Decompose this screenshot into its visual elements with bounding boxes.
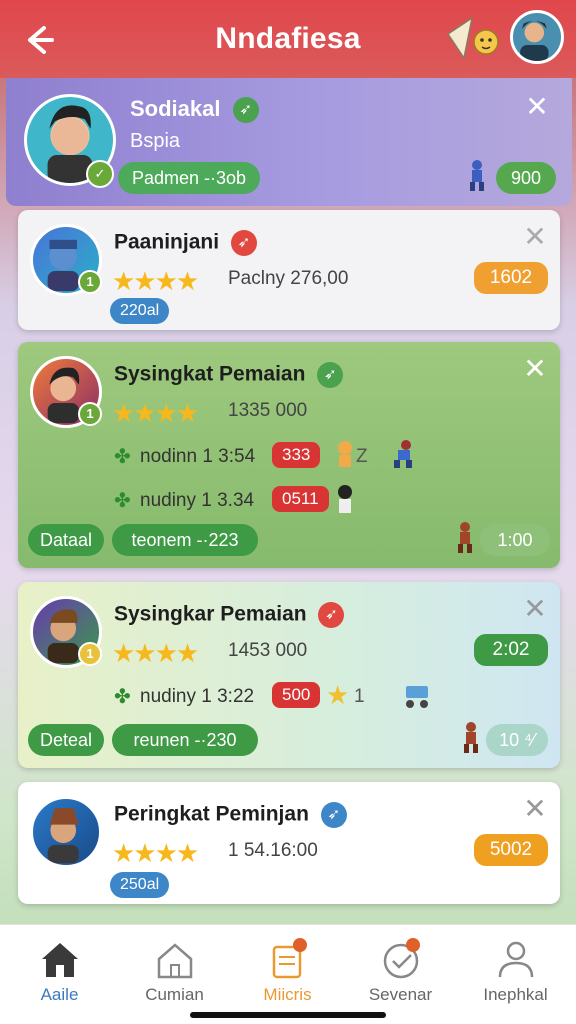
- rating-stars: ★★★★: [112, 638, 199, 668]
- leaderboard-card-4[interactable]: Peringkat Peminjan ➶ ★★★★ 1 54.16:00 500…: [18, 782, 560, 904]
- check-badge-icon: ✓: [86, 160, 114, 188]
- points-badge: 900: [496, 162, 556, 194]
- action-button[interactable]: teonem -·223: [112, 524, 258, 556]
- player-name: Paaninjani ➶: [114, 230, 257, 256]
- nav-item-missions[interactable]: Miicris: [230, 925, 345, 1024]
- player-score: 1 54.16:00: [228, 840, 318, 861]
- close-icon[interactable]: ✕: [522, 223, 548, 251]
- kite-mascot-icon: [446, 16, 499, 60]
- verified-icon: ➶: [320, 802, 347, 828]
- leaderboard-card-3[interactable]: 1 Sysingkar Pemaian ➶ ★★★★ 1453 000 2:02…: [18, 582, 560, 768]
- player-score: 1335 000: [228, 400, 308, 421]
- house-outline-icon: [157, 943, 193, 979]
- close-icon[interactable]: ✕: [524, 93, 550, 121]
- nav-item-seminar[interactable]: Sevenar: [343, 925, 458, 1024]
- profile-subtitle: Bspia: [130, 130, 181, 152]
- row-extra: Z: [356, 446, 368, 467]
- rating-stars: ★★★★: [112, 398, 199, 428]
- rating-stars: ★★★★: [112, 266, 199, 296]
- runner-sprite-icon: [458, 522, 472, 553]
- count-badge: 10 ⁴⁄: [486, 724, 548, 756]
- row-time: nodinn 1 3:54: [140, 446, 256, 467]
- detail-button[interactable]: Dataal: [28, 524, 104, 556]
- nav-item-cumian[interactable]: Cumian: [117, 925, 232, 1024]
- player-name: Peringkat Peminjan ➶: [114, 802, 347, 828]
- detail-button[interactable]: Deteal: [28, 724, 104, 756]
- rating-stars: ★★★★: [112, 838, 199, 868]
- player-name: Sysingkar Pemaian ➶: [114, 602, 345, 628]
- row-extra: 1: [354, 686, 365, 707]
- rocket-icon: ➶: [230, 230, 257, 256]
- rocket-icon: ➶: [318, 602, 345, 628]
- player-tag: 220al: [110, 298, 170, 324]
- top-bar: Nndafiesa: [0, 0, 576, 78]
- clover-icon: ✤: [114, 490, 131, 512]
- rank-badge: 1602: [474, 262, 548, 294]
- profile-name: Sodiakal ➶: [130, 96, 259, 124]
- nav-item-home[interactable]: Aaile: [2, 925, 117, 1024]
- player-score: Paclny 276,00: [228, 268, 349, 289]
- level-badge: 1: [78, 402, 102, 426]
- home-icon: [42, 943, 78, 977]
- cart-sprite-icon: [406, 686, 428, 708]
- clover-icon: ✤: [114, 446, 131, 468]
- person-icon: [498, 941, 534, 978]
- rank-badge: 5002: [474, 834, 548, 866]
- home-indicator: [190, 1012, 386, 1018]
- nav-label: Inephkal: [483, 985, 548, 1004]
- check-circle-icon: [383, 938, 420, 979]
- bottom-navigation: Aaile Cumian Miicris Sevenar Inephkal: [0, 924, 576, 1024]
- count-badge: 1:00: [480, 524, 550, 556]
- user-avatar[interactable]: [510, 10, 564, 64]
- row-badge: 500: [272, 682, 321, 708]
- runner-sprite-icon: [394, 440, 412, 468]
- row-time: nudiny 1 3.34: [140, 490, 255, 511]
- clipboard-icon: [272, 938, 307, 979]
- runner-sprite-icon: [470, 160, 484, 191]
- player-tag: 250al: [110, 872, 170, 898]
- row-badge: 0511: [272, 486, 329, 512]
- nav-label: Cumian: [145, 985, 204, 1004]
- character-sprite-icon: [338, 485, 352, 513]
- profile-tag[interactable]: Padmen -·3ob: [118, 162, 260, 194]
- runner-sprite-icon: [464, 722, 478, 753]
- close-icon[interactable]: ✕: [522, 355, 548, 383]
- leaderboard-card-2[interactable]: 1 Sysingkat Pemaian ➶ ★★★★ 1335 000 ✕ ✤ …: [18, 342, 560, 568]
- level-badge: 1: [78, 642, 102, 666]
- star-icon: ★: [326, 680, 350, 710]
- verified-icon: ➶: [232, 97, 259, 124]
- nav-label: Aaile: [40, 985, 79, 1004]
- clover-icon: ✤: [114, 686, 131, 708]
- row-time: nudiny 1 3:22: [140, 686, 255, 707]
- player-name: Sysingkat Pemaian ➶: [114, 362, 344, 388]
- nav-label: Sevenar: [368, 985, 433, 1004]
- row-badge: 333: [272, 442, 321, 468]
- nav-item-profile[interactable]: Inephkal: [458, 925, 573, 1024]
- verified-icon: ➶: [317, 362, 344, 388]
- nav-label: Miicris: [263, 985, 312, 1004]
- player-avatar: [30, 796, 102, 868]
- close-icon[interactable]: ✕: [522, 795, 548, 823]
- leaderboard-card-1[interactable]: 1 Paaninjani ➶ ★★★★ Paclny 276,00 1602 2…: [18, 210, 560, 330]
- level-badge: 1: [78, 270, 102, 294]
- close-icon[interactable]: ✕: [522, 595, 548, 623]
- rank-badge: 2:02: [474, 634, 548, 666]
- player-score: 1453 000: [228, 640, 308, 661]
- profile-header-card: ✓ Sodiakal ➶ Bspia Padmen -·3ob 900 ✕: [6, 78, 572, 206]
- action-button[interactable]: reunen -·230: [112, 724, 258, 756]
